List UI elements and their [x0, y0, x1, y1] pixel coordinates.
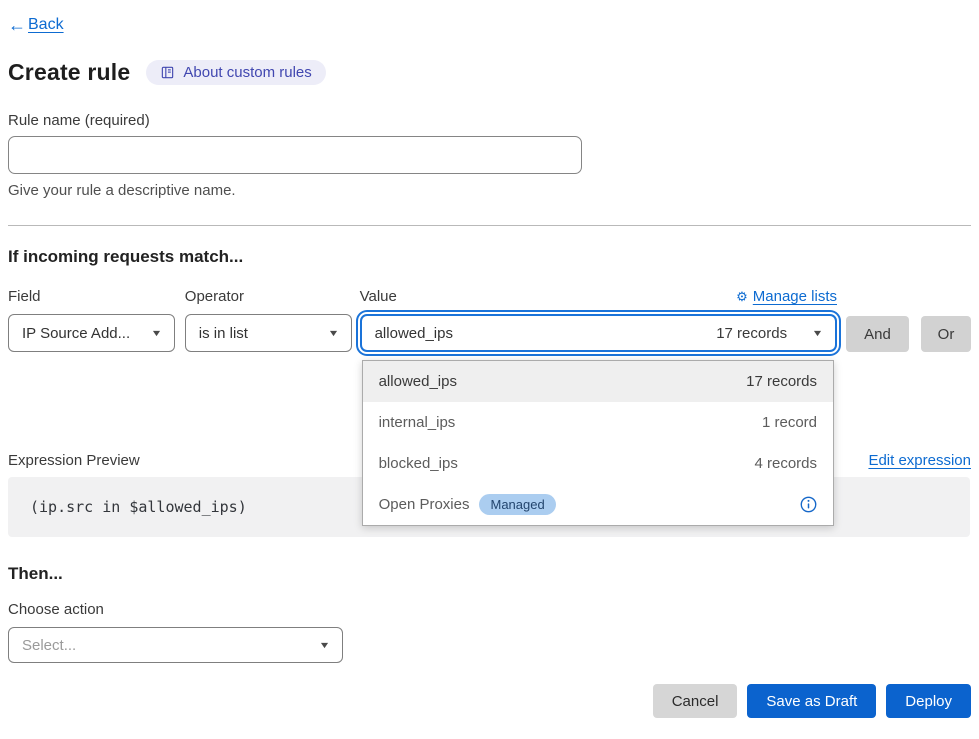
condition-row: Field IP Source Add... ▼ Operator is in … [8, 288, 971, 352]
section-divider [8, 225, 971, 226]
list-option-name: allowed_ips [379, 373, 457, 390]
title-row: Create rule About custom rules [8, 59, 971, 86]
list-option-records: 4 records [754, 455, 817, 472]
deploy-button[interactable]: Deploy [886, 684, 971, 718]
match-section-heading: If incoming requests match... [8, 247, 971, 267]
manage-lists-label: Manage lists [753, 288, 837, 305]
list-option-records: 1 record [762, 414, 817, 431]
value-select-records: 17 records [716, 325, 787, 342]
chevron-down-icon: ▼ [812, 329, 824, 338]
list-option-open-proxies[interactable]: Open Proxies Managed [363, 484, 833, 525]
list-option-name: Open Proxies [379, 496, 470, 513]
info-icon[interactable] [800, 496, 817, 513]
managed-badge: Managed [479, 494, 555, 515]
list-option-name: internal_ips [379, 414, 456, 431]
value-label: Value [360, 288, 397, 305]
action-select-placeholder: Select... [22, 637, 76, 654]
field-select[interactable]: IP Source Add... ▼ [8, 314, 175, 352]
expression-code: (ip.src in $allowed_ips) [30, 498, 247, 516]
list-option-records: 17 records [746, 373, 817, 390]
operator-label: Operator [185, 288, 352, 305]
list-option-allowed-ips[interactable]: allowed_ips 17 records [363, 361, 833, 402]
operator-select-value: is in list [199, 325, 248, 342]
value-select-selected: allowed_ips [375, 325, 717, 342]
gear-icon: ⚙ [736, 290, 748, 303]
rule-name-input[interactable] [8, 136, 582, 174]
rule-name-helper: Give your rule a descriptive name. [8, 182, 971, 199]
value-select[interactable]: allowed_ips 17 records ▼ [360, 314, 837, 352]
operator-select[interactable]: is in list ▼ [185, 314, 352, 352]
book-icon [160, 65, 175, 80]
rule-name-label: Rule name (required) [8, 112, 971, 129]
or-button[interactable]: Or [921, 316, 971, 352]
chevron-down-icon: ▼ [319, 641, 331, 650]
about-badge-label: About custom rules [183, 64, 311, 81]
list-option-name: blocked_ips [379, 455, 458, 472]
manage-lists-link[interactable]: ⚙ Manage lists [736, 288, 837, 305]
back-label: Back [28, 16, 64, 34]
expression-preview-label: Expression Preview [8, 452, 140, 469]
and-button[interactable]: And [846, 316, 909, 352]
chevron-down-icon: ▼ [150, 329, 162, 338]
back-link[interactable]: ←Back [8, 16, 64, 34]
then-section-heading: Then... [8, 564, 971, 584]
list-option-blocked-ips[interactable]: blocked_ips 4 records [363, 443, 833, 484]
list-option-internal-ips[interactable]: internal_ips 1 record [363, 402, 833, 443]
about-custom-rules-link[interactable]: About custom rules [146, 60, 325, 85]
page-title: Create rule [8, 59, 130, 86]
action-select[interactable]: Select... ▼ [8, 627, 343, 663]
back-arrow-icon: ← [8, 16, 26, 34]
list-dropdown: allowed_ips 17 records internal_ips 1 re… [362, 360, 834, 526]
choose-action-label: Choose action [8, 601, 971, 618]
footer-bar: Cancel Save as Draft Deploy [8, 684, 971, 718]
field-select-value: IP Source Add... [22, 325, 130, 342]
edit-expression-link[interactable]: Edit expression [868, 452, 971, 469]
andor-group: And Or [846, 316, 971, 352]
save-as-draft-button[interactable]: Save as Draft [747, 684, 876, 718]
chevron-down-icon: ▼ [327, 329, 339, 338]
field-label: Field [8, 288, 175, 305]
cancel-button[interactable]: Cancel [653, 684, 738, 718]
